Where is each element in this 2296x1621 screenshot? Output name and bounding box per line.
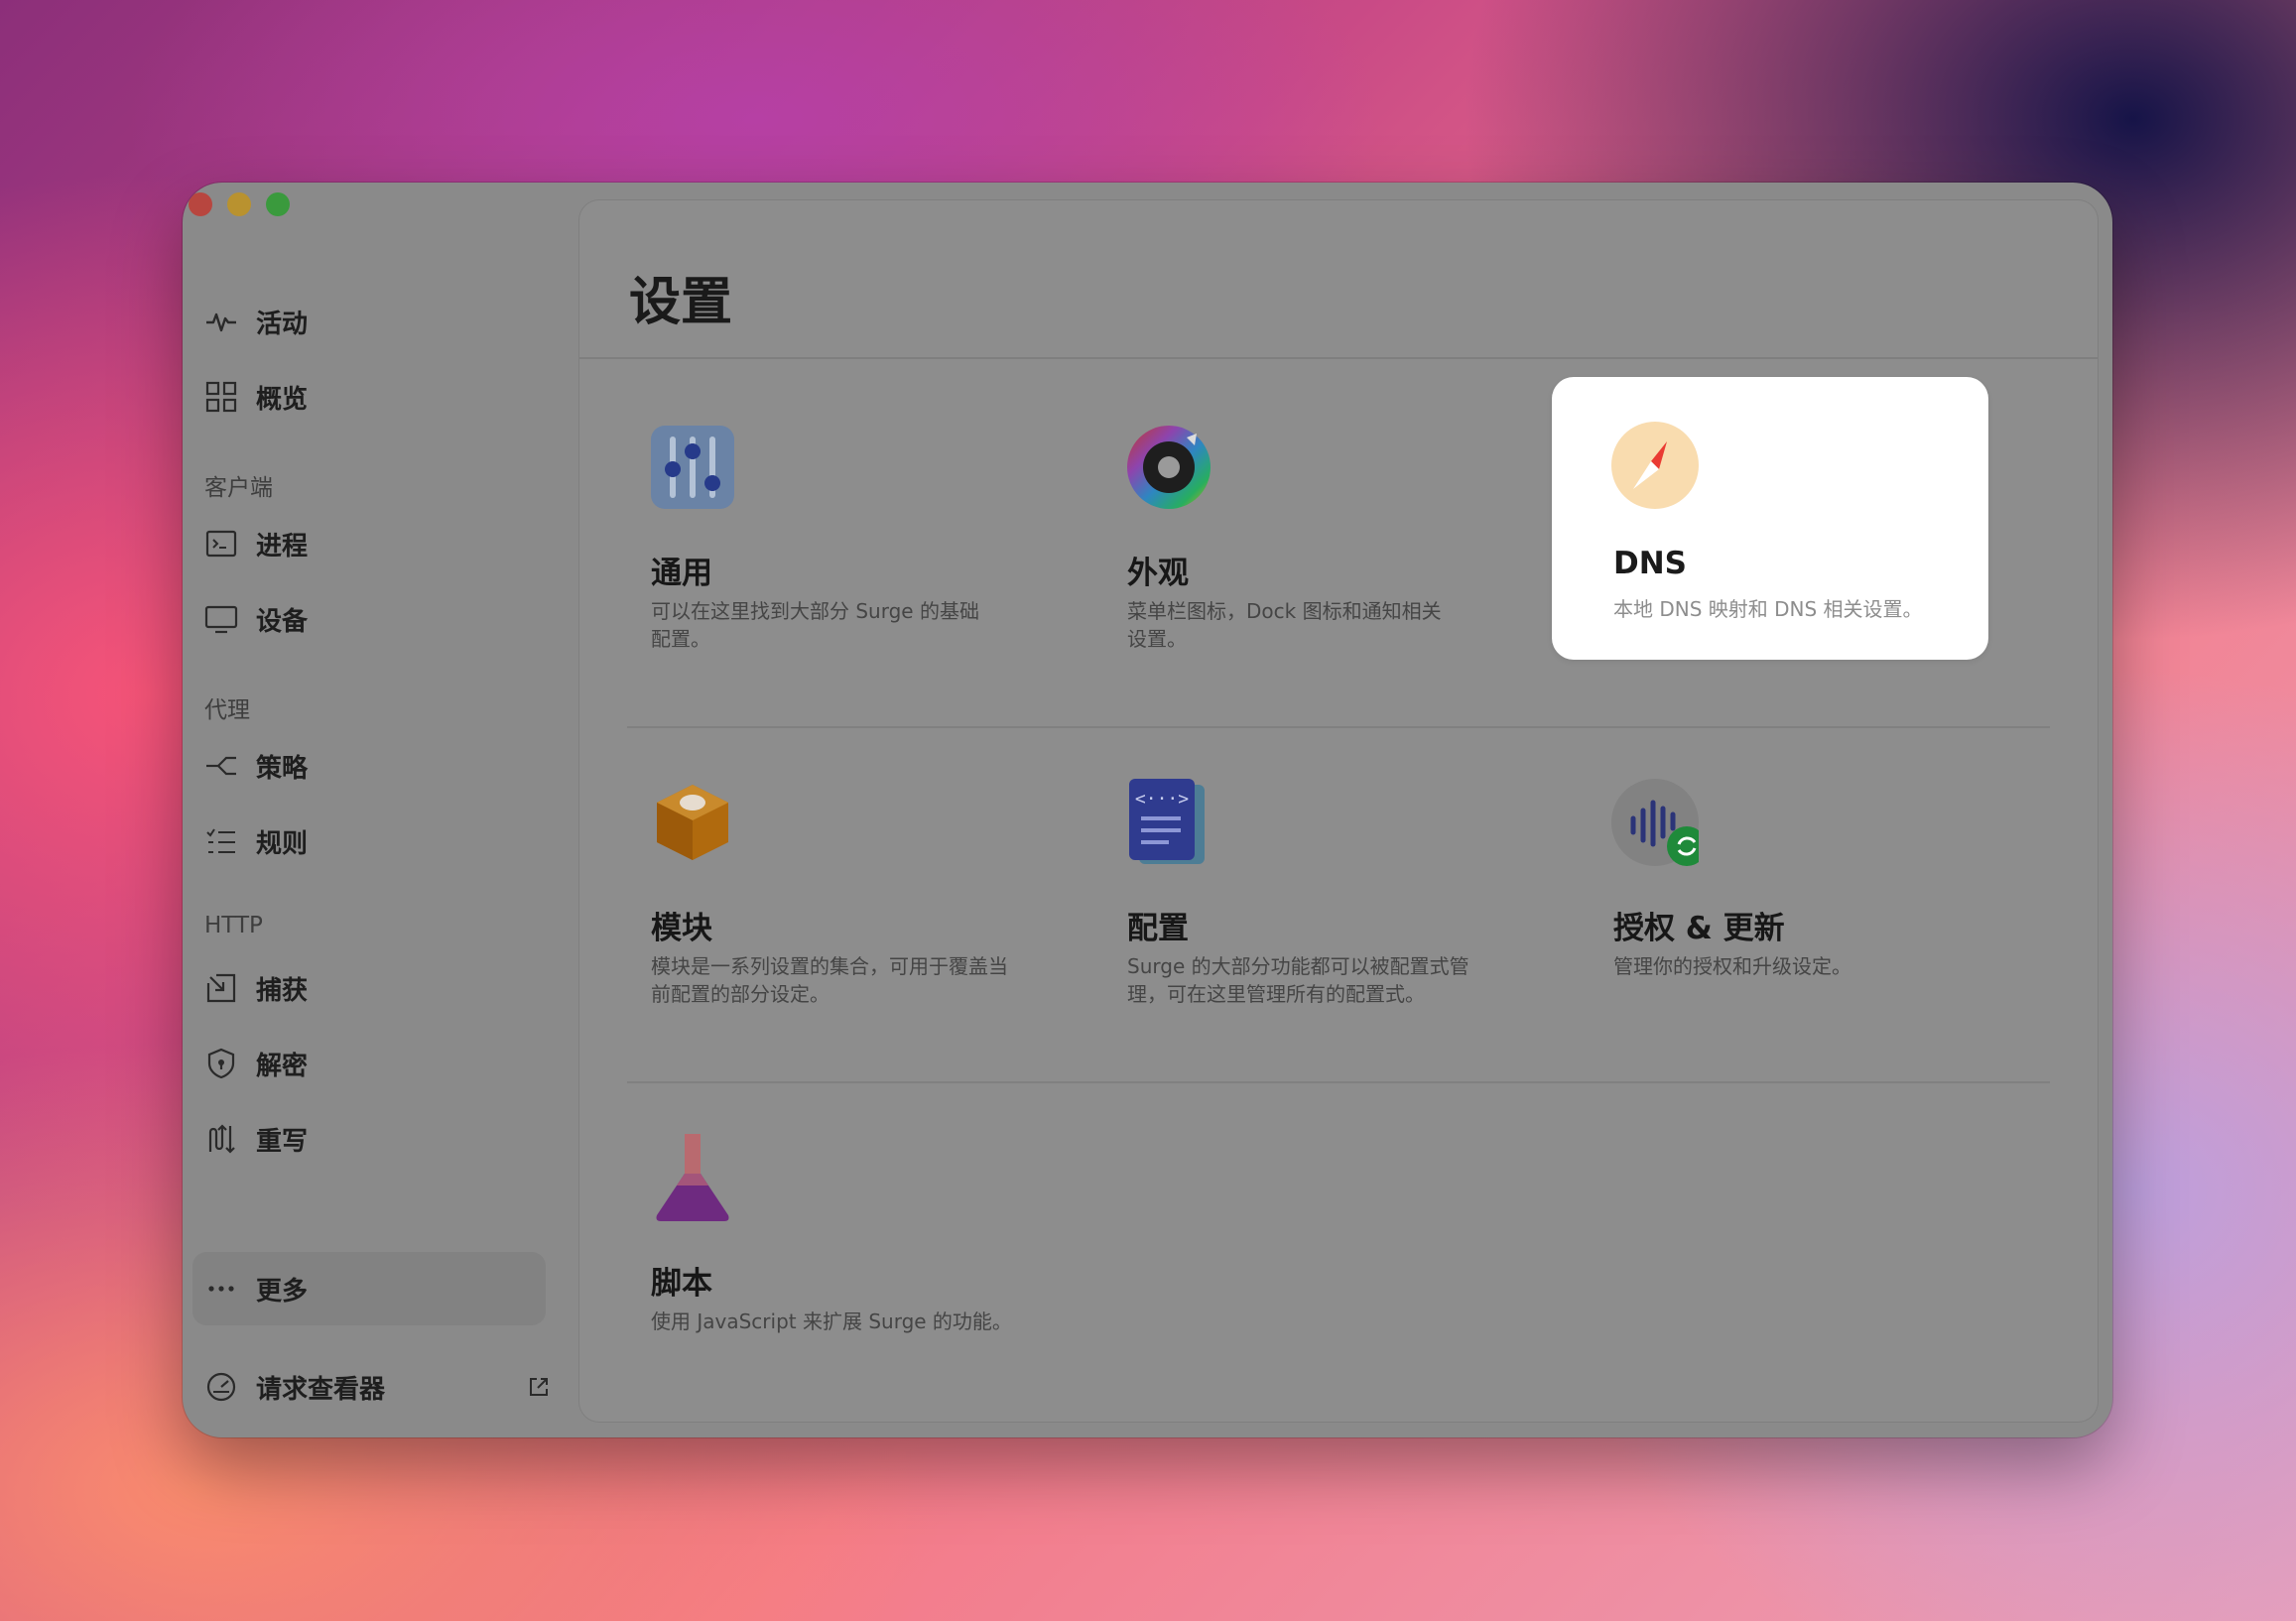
sidebar-item-decrypt[interactable]: 解密	[204, 1038, 308, 1089]
card-title: 授权 & 更新	[1613, 911, 1785, 946]
sidebar-item-label: 请求查看器	[256, 1374, 386, 1405]
sidebar-item-process[interactable]: 进程	[204, 518, 308, 569]
external-link-icon[interactable]	[526, 1374, 552, 1400]
shield-icon	[204, 1047, 238, 1080]
sidebar-item-label: 活动	[256, 309, 309, 339]
row-divider	[627, 726, 2050, 728]
sliders-icon	[651, 426, 734, 509]
terminal-icon	[204, 527, 238, 561]
color-wheel-icon	[1127, 426, 1211, 509]
sidebar: 活动 概览 客户端 进程 设备 代理 策略 规则 HTTP 捕获 解密 重写 更…	[183, 183, 579, 1437]
header-divider	[579, 357, 2098, 359]
sidebar-item-label: 进程	[256, 531, 309, 561]
card-license-update[interactable]: 授权 & 更新 管理你的授权和升级设定。	[1552, 734, 1988, 1017]
sidebar-item-capture[interactable]: 捕获	[204, 962, 308, 1014]
card-general[interactable]: 通用 可以在这里找到大部分 Surge 的基础 配置。	[589, 379, 1026, 662]
svg-text:<···>: <···>	[1135, 789, 1189, 810]
settings-main: 设置 通用 可以在这里找到大部分 Surge 的基础 配置。 外观 菜单栏图标，…	[579, 200, 2098, 1422]
checklist-icon	[204, 824, 238, 858]
compass-icon	[1611, 422, 1699, 509]
sidebar-item-devices[interactable]: 设备	[204, 593, 308, 645]
card-description: 可以在这里找到大部分 Surge 的基础 配置。	[651, 599, 979, 651]
card-description: 使用 JavaScript 来扩展 Surge 的功能。	[651, 1309, 1012, 1333]
card-description: 菜单栏图标，Dock 图标和通知相关 设置。	[1127, 599, 1442, 651]
module-box-icon	[657, 785, 728, 860]
sidebar-item-more[interactable]: 更多	[204, 1263, 308, 1314]
sidebar-item-rules[interactable]: 规则	[204, 815, 308, 867]
grid-icon	[204, 380, 238, 414]
card-title: 通用	[651, 556, 712, 591]
sidebar-item-rewrite[interactable]: 重写	[204, 1113, 308, 1165]
page-title: 设置	[629, 273, 733, 332]
row-divider	[627, 1081, 2050, 1083]
gauge-icon	[204, 1370, 238, 1404]
branch-icon	[204, 749, 238, 783]
sidebar-item-label: 概览	[256, 384, 309, 415]
ellipsis-icon	[204, 1272, 238, 1306]
card-title: 外观	[1127, 556, 1189, 591]
sidebar-item-request-viewer[interactable]: 请求查看器	[204, 1361, 552, 1413]
sidebar-item-label: 策略	[256, 753, 309, 784]
section-http: HTTP	[204, 913, 263, 938]
sidebar-item-label: 解密	[256, 1051, 309, 1081]
card-description: 管理你的授权和升级设定。	[1613, 954, 1851, 978]
rewrite-icon	[204, 1122, 238, 1156]
flask-icon	[656, 1134, 729, 1221]
card-title: 配置	[1127, 911, 1189, 946]
card-title: 模块	[651, 911, 712, 946]
card-title: DNS	[1613, 546, 1688, 581]
sidebar-item-label: 重写	[256, 1126, 309, 1157]
capture-icon	[204, 971, 238, 1005]
license-update-icon	[1611, 779, 1699, 866]
section-client: 客户端	[204, 475, 273, 501]
card-dns[interactable]: DNS 本地 DNS 映射和 DNS 相关设置。	[1552, 377, 1988, 660]
card-script[interactable]: 脚本 使用 JavaScript 来扩展 Surge 的功能。	[589, 1089, 1026, 1372]
sidebar-item-activity[interactable]: 活动	[204, 296, 308, 347]
config-document-icon: <···>	[1129, 779, 1205, 864]
card-description: Surge 的大部分功能都可以被配置式管 理，可在这里管理所有的配置式。	[1127, 954, 1469, 1006]
card-appearance[interactable]: 外观 菜单栏图标，Dock 图标和通知相关 设置。	[1066, 379, 1502, 662]
sidebar-item-label: 捕获	[256, 975, 309, 1006]
card-description: 本地 DNS 映射和 DNS 相关设置。	[1613, 597, 1923, 621]
section-proxy: 代理	[204, 697, 250, 723]
card-module[interactable]: 模块 模块是一系列设置的集合，可用于覆盖当 前配置的部分设定。	[589, 734, 1026, 1017]
card-config[interactable]: <···> 配置 Surge 的大部分功能都可以被配置式管 理，可在这里管理所有…	[1066, 734, 1502, 1017]
sidebar-item-label: 更多	[256, 1276, 309, 1307]
sidebar-item-overview[interactable]: 概览	[204, 371, 308, 423]
sidebar-item-policy[interactable]: 策略	[204, 740, 308, 792]
card-title: 脚本	[651, 1266, 712, 1302]
card-description: 模块是一系列设置的集合，可用于覆盖当 前配置的部分设定。	[651, 954, 1008, 1006]
monitor-icon	[204, 602, 238, 636]
settings-window: 活动 概览 客户端 进程 设备 代理 策略 规则 HTTP 捕获 解密 重写 更…	[183, 183, 2112, 1437]
activity-icon	[204, 305, 238, 338]
sidebar-item-label: 规则	[256, 828, 309, 859]
sidebar-item-label: 设备	[256, 606, 309, 637]
